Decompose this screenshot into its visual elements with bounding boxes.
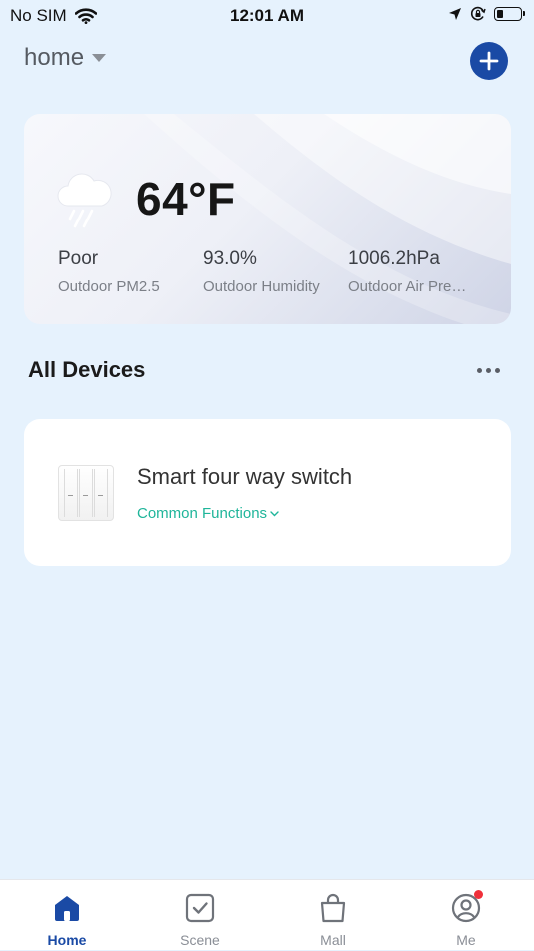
metric-value: 93.0% xyxy=(203,248,257,269)
device-name: Smart four way switch xyxy=(137,464,353,489)
rain-cloud-icon xyxy=(57,173,112,228)
tab-scene[interactable]: Scene xyxy=(150,880,250,951)
chevron-down-icon xyxy=(270,510,279,516)
location-arrow-icon xyxy=(449,8,461,20)
battery-icon xyxy=(494,7,525,21)
tab-label: Scene xyxy=(180,932,220,948)
common-functions-toggle[interactable]: Common Functions xyxy=(137,505,279,522)
dropdown-caret-icon xyxy=(92,53,107,62)
switch-rocker xyxy=(79,469,93,517)
metric-name: Outdoor Humidity xyxy=(203,278,320,295)
switch-rocker xyxy=(64,469,78,517)
metric-air-pressure: 1006.2hPa Outdoor Air Pressure xyxy=(348,248,470,295)
four-way-switch-icon xyxy=(58,465,114,521)
status-right xyxy=(448,6,525,22)
shopping-bag-icon xyxy=(320,893,346,923)
common-functions-label: Common Functions xyxy=(137,505,268,522)
tab-home[interactable]: Home xyxy=(17,880,117,951)
tab-me[interactable]: Me xyxy=(416,880,516,951)
home-icon xyxy=(55,896,79,921)
weather-card[interactable]: 64°F Poor Outdoor PM2.5 93.0% Outdoor Hu… xyxy=(24,114,511,324)
plus-icon xyxy=(479,51,499,71)
bottom-nav: Home Scene Mall Me xyxy=(0,879,534,950)
metric-value: Poor xyxy=(58,248,99,269)
more-options-button[interactable] xyxy=(472,360,504,380)
tab-mall[interactable]: Mall xyxy=(283,880,383,951)
home-selector[interactable]: home xyxy=(24,44,107,72)
tab-label: Home xyxy=(47,932,87,948)
metric-humidity: 93.0% Outdoor Humidity xyxy=(203,248,331,295)
notification-badge xyxy=(474,890,483,899)
status-bar: No SIM 12:01 AM xyxy=(0,0,534,32)
more-dot-icon xyxy=(476,367,482,373)
home-label: home xyxy=(24,44,85,71)
device-card[interactable]: Smart four way switch Common Functions xyxy=(24,419,511,566)
switch-rocker xyxy=(94,469,108,517)
battery-level xyxy=(497,10,503,18)
orientation-lock-icon xyxy=(470,6,486,21)
metric-name: Outdoor PM2.5 xyxy=(58,278,160,295)
tab-label: Me xyxy=(456,932,476,948)
temperature-value: 64°F xyxy=(136,173,236,225)
more-dot-icon xyxy=(494,367,500,373)
add-button[interactable] xyxy=(470,42,508,80)
metric-name: Outdoor Air Pressure xyxy=(348,278,470,295)
scene-checkbox-icon xyxy=(185,893,215,923)
more-dot-icon xyxy=(485,367,491,373)
tab-label: Mall xyxy=(320,932,346,948)
metric-pm25: Poor Outdoor PM2.5 xyxy=(58,248,198,295)
all-devices-title: All Devices xyxy=(28,357,146,382)
metric-value: 1006.2hPa xyxy=(348,248,440,269)
